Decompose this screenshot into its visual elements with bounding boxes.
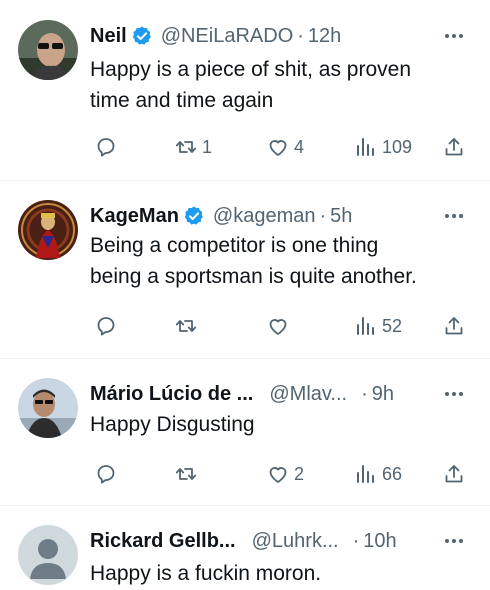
like-button[interactable] xyxy=(266,311,290,341)
reply-button[interactable] xyxy=(94,132,118,162)
author-handle[interactable]: @Mlav... xyxy=(269,383,347,406)
retweet-icon xyxy=(175,141,197,153)
tweet-text: Happy is a piece of shit, as proven time… xyxy=(90,58,412,112)
tweet-text: Happy is a fuckin moron. xyxy=(90,562,322,585)
separator-dot: · xyxy=(319,204,327,227)
timestamp[interactable]: 12h xyxy=(308,25,341,48)
reply-button[interactable] xyxy=(94,311,118,341)
views-count: 66 xyxy=(382,463,403,484)
retweet-button[interactable]: 1 xyxy=(174,132,212,162)
avatar[interactable] xyxy=(18,20,78,80)
like-icon xyxy=(269,467,287,483)
separator-dot: · xyxy=(352,529,360,552)
tweet-actions: 1 4 109 xyxy=(90,132,474,162)
share-button[interactable] xyxy=(442,132,466,162)
author-name[interactable]: Neil xyxy=(90,25,127,48)
author-name[interactable]: Mário Lúcio de ... xyxy=(90,383,253,406)
views-button[interactable]: 109 xyxy=(354,132,412,162)
timeline-feed: Neil @NEiLaRADO · 12h Happy is a piece o… xyxy=(0,0,490,590)
more-icon[interactable] xyxy=(440,527,468,555)
divider xyxy=(0,505,490,506)
views-icon xyxy=(357,138,374,156)
views-icon xyxy=(357,317,374,335)
views-button[interactable]: 52 xyxy=(354,311,402,341)
author-name[interactable]: Rickard Gellb... xyxy=(90,530,236,553)
like-icon xyxy=(269,140,287,156)
tweet-text: Being a competitor is one thing being a … xyxy=(90,234,417,288)
separator-dot: · xyxy=(361,382,368,405)
tweet[interactable]: Neil @NEiLaRADO · 12h Happy is a piece o… xyxy=(0,20,490,170)
share-icon xyxy=(445,317,463,335)
like-button[interactable]: 2 xyxy=(266,459,304,489)
views-count: 52 xyxy=(382,315,403,336)
views-icon xyxy=(357,465,374,483)
timestamp[interactable]: 5h xyxy=(330,205,352,228)
tweet-actions: 2 66 xyxy=(90,459,474,489)
tweet[interactable]: Mário Lúcio de ... @Mlav... · 9h Happy D… xyxy=(0,378,490,488)
avatar[interactable] xyxy=(18,378,78,438)
like-icon xyxy=(269,319,287,335)
author-handle[interactable]: @NEiLaRADO xyxy=(161,25,294,48)
tweet[interactable]: Rickard Gellb... @Luhrk... · 10h Happy i… xyxy=(0,525,490,590)
divider xyxy=(0,358,490,359)
retweet-button[interactable] xyxy=(174,311,198,341)
more-icon[interactable] xyxy=(440,202,468,230)
divider xyxy=(0,180,490,181)
share-icon xyxy=(445,465,463,483)
timestamp[interactable]: 10h xyxy=(363,530,396,553)
tweet[interactable]: KageMan @kageman · 5h Being a competitor… xyxy=(0,200,490,350)
timestamp[interactable]: 9h xyxy=(372,383,394,406)
reply-icon xyxy=(97,138,115,157)
more-icon[interactable] xyxy=(440,22,468,50)
separator-dot: · xyxy=(297,24,304,47)
more-icon[interactable] xyxy=(440,380,468,408)
retweet-icon xyxy=(175,468,197,480)
share-icon xyxy=(445,138,463,156)
tweet-text: Happy Disgusting xyxy=(90,413,255,436)
like-button[interactable]: 4 xyxy=(266,132,304,162)
avatar[interactable] xyxy=(18,525,78,585)
share-button[interactable] xyxy=(442,311,466,341)
views-count: 109 xyxy=(382,136,413,157)
tweet-actions: 52 xyxy=(90,311,474,341)
reply-button[interactable] xyxy=(94,459,118,489)
verified-badge-icon xyxy=(184,206,203,225)
author-handle[interactable]: @Luhrk... xyxy=(252,530,339,553)
reply-icon xyxy=(97,465,115,484)
author-handle[interactable]: @kageman xyxy=(213,205,316,228)
author-name[interactable]: KageMan xyxy=(90,205,179,228)
verified-badge-icon xyxy=(132,26,151,45)
retweet-button[interactable] xyxy=(174,459,198,489)
retweet-count: 1 xyxy=(202,136,213,157)
like-count: 2 xyxy=(294,463,305,484)
views-button[interactable]: 66 xyxy=(354,459,402,489)
reply-icon xyxy=(97,317,115,336)
like-count: 4 xyxy=(294,136,305,157)
retweet-icon xyxy=(175,320,197,332)
share-button[interactable] xyxy=(442,459,466,489)
avatar[interactable] xyxy=(18,200,78,260)
